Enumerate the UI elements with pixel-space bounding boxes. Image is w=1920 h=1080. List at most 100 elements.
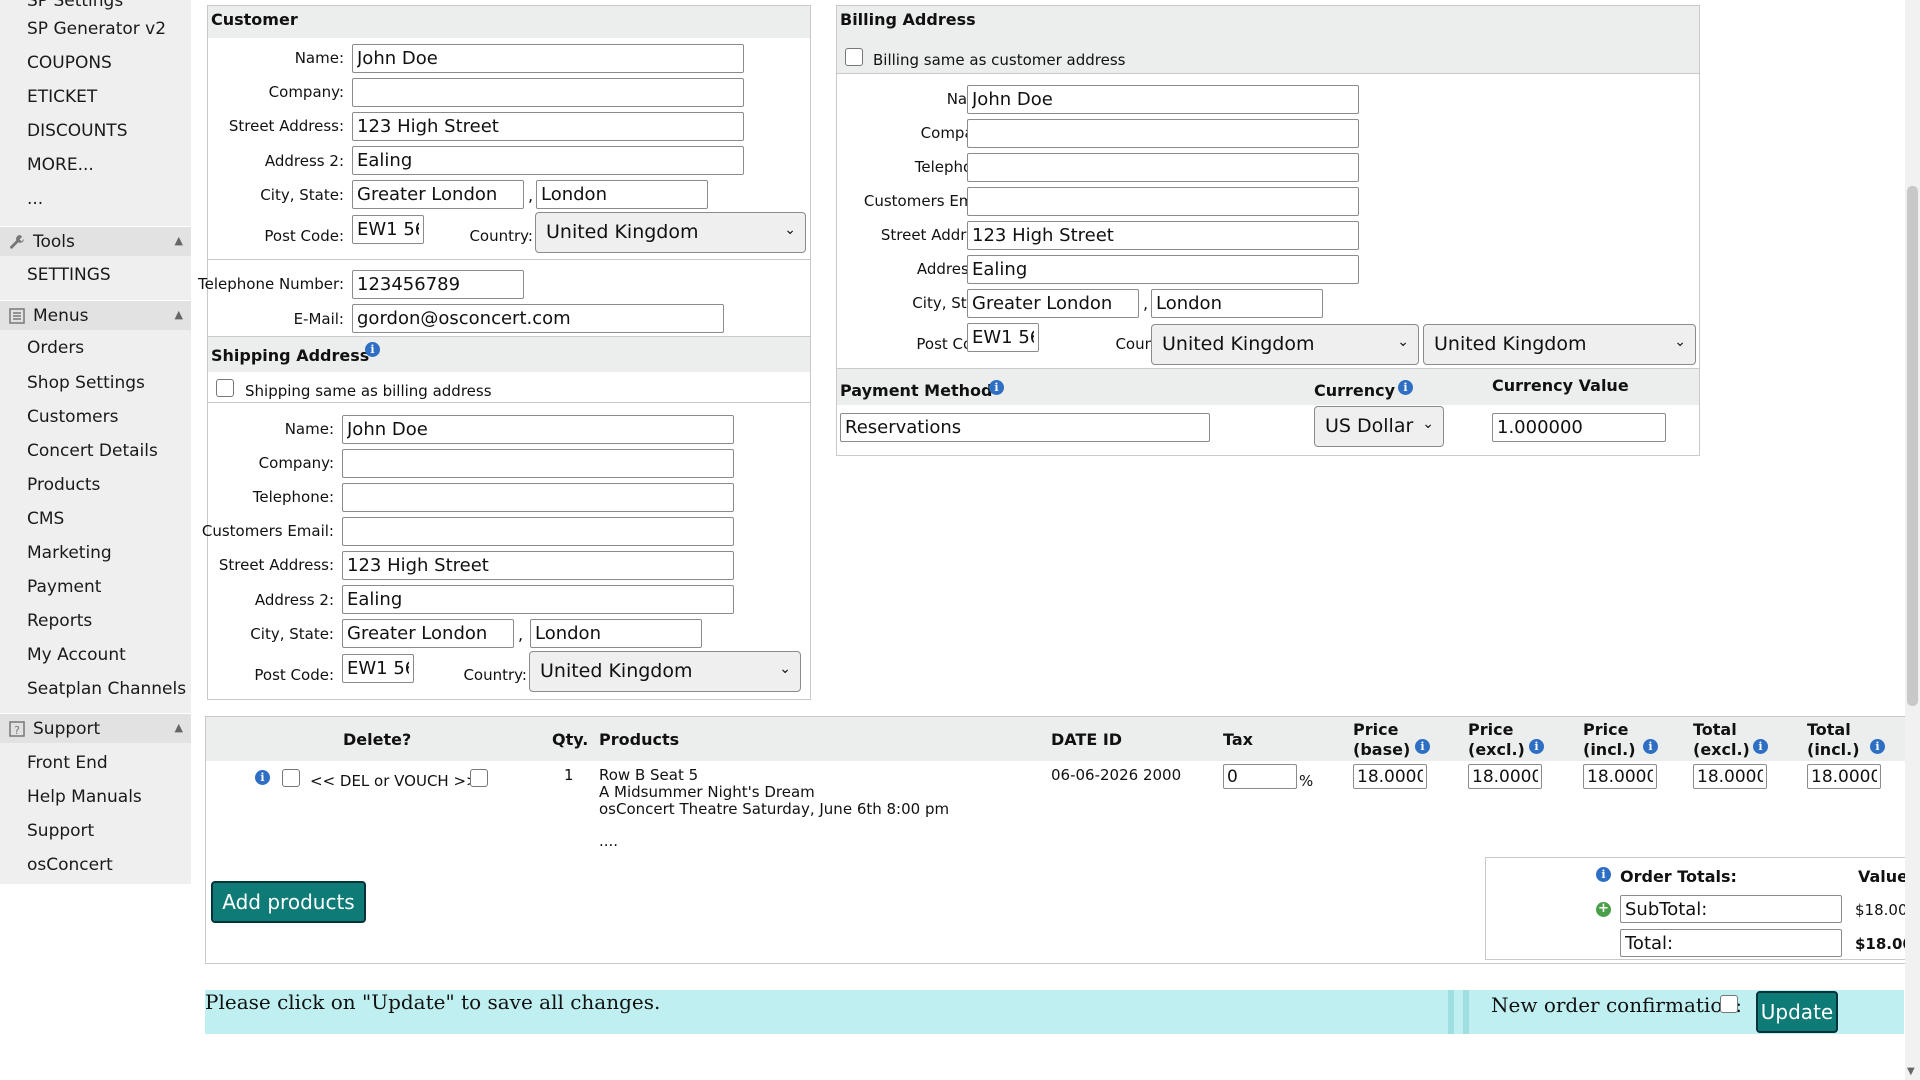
info-icon[interactable]: i [365, 342, 380, 357]
customer-country-select[interactable]: United Kingdom ⌄ [535, 212, 806, 253]
shipping-email-input[interactable] [342, 517, 734, 546]
currency-select[interactable]: US Dollar ⌄ [1314, 406, 1444, 447]
sidebar-item-coupons[interactable]: COUPONS [27, 53, 112, 73]
row-qty: 1 [564, 766, 574, 784]
scroll-down-arrow-icon[interactable]: ▼ [1907, 1066, 1915, 1077]
billing-state-input[interactable] [1151, 289, 1323, 318]
shipping-state-input[interactable] [530, 619, 702, 648]
sidebar-item-cms[interactable]: CMS [27, 509, 64, 529]
shipping-country-select[interactable]: United Kingdom ⌄ [529, 651, 801, 692]
info-icon[interactable]: i [1596, 867, 1611, 882]
sidebar-item-payment[interactable]: Payment [27, 577, 101, 597]
customer-city-input[interactable] [352, 180, 524, 209]
info-icon[interactable]: i [255, 770, 270, 785]
collapse-caret-icon[interactable]: ▲ [175, 234, 183, 247]
price-excl-input[interactable] [1468, 764, 1542, 789]
shipping-same-checkbox[interactable] [216, 379, 234, 397]
customer-email-input[interactable] [352, 304, 724, 333]
subtotal-label-input[interactable] [1620, 895, 1842, 923]
sidebar-item-front-end[interactable]: Front End [27, 753, 108, 773]
sidebar-item-more[interactable]: MORE... [27, 155, 94, 175]
sidebar-item-ellipsis[interactable]: ... [27, 189, 43, 209]
sidebar-item-concert-details[interactable]: Concert Details [27, 441, 158, 461]
sidebar-item-support[interactable]: Support [27, 821, 94, 841]
total-label-input[interactable] [1620, 929, 1842, 957]
billing-address2-input[interactable] [967, 255, 1359, 284]
billing-name-input[interactable] [967, 85, 1359, 114]
header-price-base-1: Price [1353, 720, 1399, 739]
customer-postcode-input[interactable] [352, 215, 424, 244]
tax-input[interactable] [1223, 764, 1297, 789]
info-icon[interactable]: i [989, 380, 1004, 395]
products-panel: Delete? Qty. Products DATE ID Tax Price … [205, 716, 1914, 964]
update-button[interactable]: Update [1756, 991, 1838, 1033]
sidebar-item-osconcert[interactable]: osConcert [27, 855, 113, 875]
chevron-down-icon: ⌄ [1397, 334, 1409, 350]
collapse-caret-icon[interactable]: ▲ [175, 308, 183, 321]
sidebar-item-shop-settings[interactable]: Shop Settings [27, 373, 145, 393]
customer-street-input[interactable] [352, 112, 744, 141]
header-price-incl-1: Price [1583, 720, 1629, 739]
header-total-excl-1: Total [1693, 720, 1737, 739]
shipping-company-input[interactable] [342, 449, 734, 478]
billing-telephone-input[interactable] [967, 153, 1359, 182]
billing-same-checkbox[interactable] [845, 48, 863, 66]
customer-state-input[interactable] [536, 180, 708, 209]
scrollbar-thumb[interactable] [1907, 186, 1918, 706]
sidebar-item-marketing[interactable]: Marketing [27, 543, 112, 563]
collapse-caret-icon[interactable]: ▲ [175, 721, 183, 734]
sidebar-item-sp-settings[interactable]: SP Settings [27, 0, 123, 11]
total-excl-input[interactable] [1693, 764, 1767, 789]
shipping-address2-input[interactable] [342, 585, 734, 614]
billing-country-select[interactable]: United Kingdom ⌄ [1151, 324, 1419, 365]
delete-checkbox[interactable] [282, 769, 300, 787]
total-incl-input[interactable] [1807, 764, 1881, 789]
sidebar-item-my-account[interactable]: My Account [27, 645, 126, 665]
info-icon[interactable]: i [1870, 739, 1885, 754]
sidebar-section-support[interactable]: ? Support ▲ [0, 713, 191, 743]
shipping-city-input[interactable] [342, 619, 514, 648]
customer-address2-input[interactable] [352, 146, 744, 175]
shipping-name-input[interactable] [342, 415, 734, 444]
sidebar-item-orders[interactable]: Orders [27, 338, 84, 358]
shipping-telephone-input[interactable] [342, 483, 734, 512]
price-base-input[interactable] [1353, 764, 1427, 789]
sidebar-item-help-manuals[interactable]: Help Manuals [27, 787, 142, 807]
billing-postcode-input[interactable] [967, 323, 1039, 352]
add-total-icon[interactable]: + [1596, 902, 1611, 917]
sidebar-section-tools[interactable]: Tools ▲ [0, 226, 191, 256]
billing-city-input[interactable] [967, 289, 1139, 318]
currency-label: Currency [1314, 381, 1396, 400]
sidebar-item-eticket[interactable]: ETICKET [27, 87, 97, 107]
sidebar-item-products[interactable]: Products [27, 475, 100, 495]
shipping-postcode-input[interactable] [342, 654, 414, 683]
sidebar-section-menus[interactable]: Menus ▲ [0, 300, 191, 330]
sidebar-item-reports[interactable]: Reports [27, 611, 92, 631]
billing-email-input[interactable] [967, 187, 1359, 216]
billing-country-select-2[interactable]: United Kingdom ⌄ [1423, 324, 1696, 365]
info-icon[interactable]: i [1529, 739, 1544, 754]
customer-telephone-input[interactable] [352, 270, 524, 299]
customer-company-input[interactable] [352, 78, 744, 107]
add-products-button[interactable]: Add products [211, 881, 366, 923]
billing-company-input[interactable] [967, 119, 1359, 148]
sidebar-item-seatplan-channels[interactable]: Seatplan Channels [27, 679, 186, 699]
info-icon[interactable]: i [1398, 380, 1413, 395]
shipping-street-input[interactable] [342, 551, 734, 580]
currency-value-input[interactable] [1492, 413, 1666, 442]
sidebar-item-sp-generator[interactable]: SP Generator v2 [27, 19, 166, 39]
new-order-confirmation-checkbox[interactable] [1720, 995, 1738, 1013]
sidebar-item-customers[interactable]: Customers [27, 407, 118, 427]
vouch-checkbox[interactable] [470, 769, 488, 787]
info-icon[interactable]: i [1753, 739, 1768, 754]
customer-name-input[interactable] [352, 44, 744, 73]
sidebar-item-settings[interactable]: SETTINGS [27, 265, 111, 285]
price-incl-input[interactable] [1583, 764, 1657, 789]
info-icon[interactable]: i [1643, 739, 1658, 754]
update-bar: Please click on "Update" to save all cha… [205, 990, 1904, 1034]
info-icon[interactable]: i [1415, 739, 1430, 754]
billing-street-input[interactable] [967, 221, 1359, 250]
sidebar-item-discounts[interactable]: DISCOUNTS [27, 121, 127, 141]
support-label: Support [33, 719, 101, 739]
payment-method-input[interactable] [840, 413, 1210, 442]
